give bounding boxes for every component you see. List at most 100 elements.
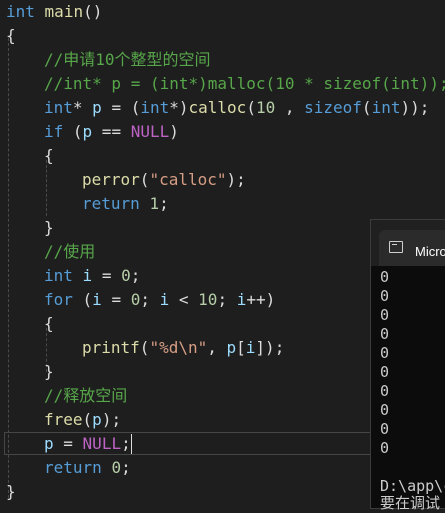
code-token: p [82, 122, 93, 141]
code-token: ; [130, 266, 141, 285]
code-token: 0 [111, 458, 122, 477]
console-output-line: 0 [380, 268, 390, 286]
code-token: ) [169, 122, 179, 141]
code-line-3: //申请10个整型的空间 [44, 48, 211, 72]
console-output-line: 0 [380, 439, 390, 457]
indent-guide [8, 38, 9, 498]
code-token: { [44, 314, 54, 333]
code-token: ; [159, 194, 169, 213]
code-line-15: printf("%d\n", p[i]); [82, 336, 284, 360]
code-token: i [82, 266, 93, 285]
code-token: i [92, 290, 102, 309]
code-token: = [101, 290, 131, 309]
code-string: "%d\n" [149, 338, 208, 357]
code-comment: //释放空间 [44, 386, 128, 405]
code-token: i [245, 338, 256, 357]
code-token: ( [82, 410, 93, 429]
indent-guide [46, 160, 47, 216]
code-token: 10 [198, 290, 218, 309]
code-line-20: return 0; [44, 456, 131, 480]
code-token: int [371, 98, 401, 117]
code-token: = [92, 266, 122, 285]
code-token: int [44, 266, 73, 285]
code-token: 0 [121, 266, 131, 285]
code-token: { [44, 146, 54, 165]
code-line-7: { [44, 144, 54, 168]
code-line-17: //释放空间 [44, 384, 127, 408]
code-comment: //使用 [44, 242, 96, 261]
code-token: ; [217, 290, 237, 309]
code-token: for [44, 290, 73, 309]
code-line-8: perror("calloc"); [82, 168, 246, 192]
text-caret [131, 434, 132, 454]
code-line-14: { [44, 312, 54, 336]
code-token: ( [246, 98, 256, 117]
code-token: = ( [101, 98, 141, 117]
code-token: main [44, 2, 84, 21]
code-token: ; [121, 434, 131, 453]
console-window[interactable]: Micro 0 0 0 0 0 0 0 0 0 0 D:\app\c 要在调试 [370, 219, 445, 512]
console-output-line: 0 [380, 401, 390, 419]
code-token: p [92, 98, 102, 117]
console-output-line: 0 [380, 287, 390, 305]
code-line-12: int i = 0; [44, 264, 140, 288]
code-line-4: //int* p = (int*)malloc(10 * sizeof(int)… [44, 72, 445, 96]
code-token: calloc [188, 98, 247, 117]
code-token: i [159, 290, 170, 309]
code-token: } [44, 218, 54, 237]
code-token: *) [169, 98, 189, 117]
code-line-18: free(p); [44, 408, 121, 432]
code-line-9: return 1; [82, 192, 169, 216]
code-token: if [44, 122, 64, 141]
code-token: int [44, 98, 73, 117]
console-output-line: 0 [380, 325, 390, 343]
terminal-icon [389, 241, 403, 253]
console-output-line: 0 [380, 382, 390, 400]
code-line-2: { [6, 24, 16, 48]
code-string: "calloc" [149, 170, 227, 189]
code-token: printf [82, 338, 140, 357]
code-comment: //int* p = (int*)malloc(10 * sizeof(int)… [44, 74, 445, 93]
code-line-1: int main() [6, 0, 102, 24]
console-titlebar[interactable]: Micro [371, 220, 445, 266]
code-token: [ [236, 338, 246, 357]
console-title: Micro [415, 244, 445, 259]
code-token: free [44, 410, 83, 429]
code-token: sizeof [304, 98, 362, 117]
code-comment: //申请10个整型的空间 [44, 50, 211, 69]
code-token: p [44, 434, 54, 453]
code-line-13: for (i = 0; i < 10; i++) [44, 288, 275, 312]
code-token: NULL [82, 434, 122, 453]
code-token: p [226, 338, 237, 357]
code-token: perror [82, 170, 140, 189]
code-token: ); [226, 170, 246, 189]
code-token: ( [361, 98, 372, 117]
code-line-16: } [44, 360, 54, 384]
code-token: ++) [246, 290, 276, 309]
code-token: () [83, 2, 103, 21]
code-token: < [169, 290, 199, 309]
code-token: ; [140, 290, 160, 309]
code-token: } [44, 362, 54, 381]
console-output-line: 0 [380, 306, 390, 324]
console-output-line: 0 [380, 344, 390, 362]
code-token: 0 [130, 290, 141, 309]
code-token: , [275, 98, 305, 117]
code-token: ]); [255, 338, 285, 357]
code-line-5: int* p = (int*)calloc(10 , sizeof(int)); [44, 96, 429, 120]
code-token: ); [101, 410, 122, 429]
code-token: ( [72, 290, 93, 309]
console-status-line: 要在调试 [380, 494, 441, 512]
code-line-19: p = NULL; [44, 432, 131, 456]
code-line-6: if (p == NULL) [44, 120, 179, 144]
code-token: 1 [149, 194, 160, 213]
console-tab[interactable]: Micro [379, 230, 445, 266]
code-token: { [6, 26, 16, 45]
code-token: return [44, 458, 102, 477]
code-token: int [140, 98, 170, 117]
console-output-line: 0 [380, 420, 390, 438]
code-token: p [92, 410, 102, 429]
code-token: 10 [255, 98, 276, 117]
code-token: } [6, 482, 16, 501]
code-token: ( [139, 338, 150, 357]
